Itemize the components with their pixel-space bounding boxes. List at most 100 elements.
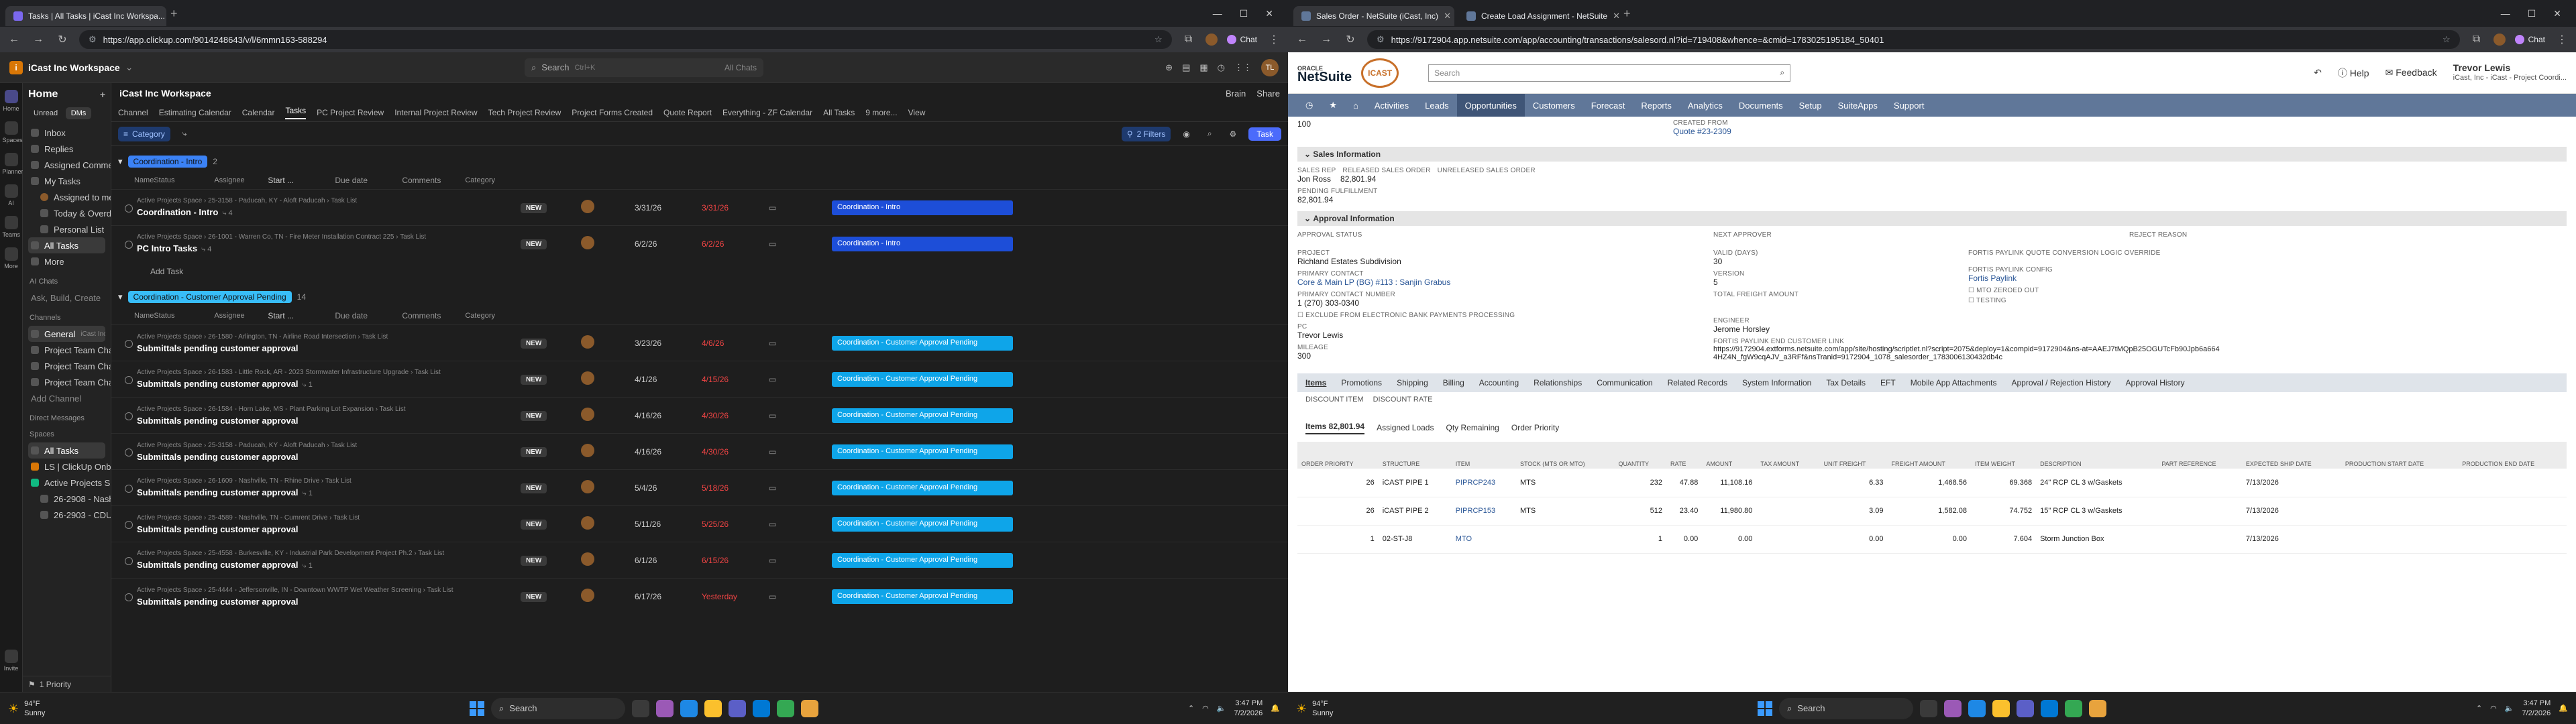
browser-tab-load-assignment[interactable]: Create Load Assignment - NetSuite ✕ xyxy=(1458,6,1619,26)
task-status-circle-icon[interactable] xyxy=(125,521,133,529)
sidebar-item-replies[interactable]: Replies xyxy=(28,141,105,157)
user-avatar[interactable]: TL xyxy=(1261,58,1279,76)
task-title[interactable]: Coordination - Intro ⤷ 4 xyxy=(137,207,521,218)
table-row[interactable]: Active Projects Space › 26-1583 - Little… xyxy=(111,361,1288,397)
table-row[interactable]: Active Projects Space › 26-1584 - Horn L… xyxy=(111,397,1288,433)
record-subtab[interactable]: System Information xyxy=(1742,378,1811,387)
close-tab-icon[interactable]: ✕ xyxy=(1444,11,1451,21)
table-row[interactable]: Active Projects Space › 26-1001 - Warren… xyxy=(111,225,1288,261)
task-title[interactable]: Submittals pending customer approval xyxy=(137,524,521,534)
comments-cell[interactable]: ▭ xyxy=(769,447,832,457)
config-link[interactable]: Fortis Paylink xyxy=(1968,274,2567,283)
netsuite-logo[interactable]: ORACLE NetSuite xyxy=(1297,64,1352,84)
teams-app-icon[interactable] xyxy=(729,699,746,717)
due-date[interactable]: 4/15/26 xyxy=(702,375,769,384)
task-title[interactable]: Submittals pending customer approval xyxy=(137,597,521,607)
rail-ai[interactable]: AI xyxy=(3,184,20,206)
assignee-cell[interactable] xyxy=(581,371,635,387)
exclude-ebp-checkbox[interactable]: ☐ EXCLUDE FROM ELECTRONIC BANK PAYMENTS … xyxy=(1297,312,1713,319)
chrome-icon[interactable] xyxy=(2065,699,2082,717)
view-tab[interactable]: 9 more... xyxy=(865,108,897,117)
nav-item[interactable]: Leads xyxy=(1417,94,1456,117)
edge-icon[interactable] xyxy=(680,699,698,717)
rail-planner[interactable]: Planner xyxy=(3,153,23,175)
comments-cell[interactable]: ▭ xyxy=(769,592,832,601)
app-icon[interactable] xyxy=(656,699,674,717)
extensions-icon[interactable]: ⧉ xyxy=(1181,34,1196,46)
forward-icon[interactable]: → xyxy=(31,34,46,46)
category-cell[interactable]: Coordination - Customer Approval Pending xyxy=(832,552,1013,568)
record-subtab[interactable]: Accounting xyxy=(1479,378,1519,387)
task-view-icon[interactable] xyxy=(1920,699,1937,717)
nav-item[interactable]: Forecast xyxy=(1583,94,1633,117)
profile-avatar[interactable] xyxy=(2493,34,2506,46)
maximize-icon[interactable]: ☐ xyxy=(1240,8,1248,19)
start-date[interactable]: 5/4/26 xyxy=(635,483,702,493)
ai-ask-item[interactable]: Ask, Build, Create xyxy=(28,290,105,306)
reload-icon[interactable]: ↻ xyxy=(55,33,70,46)
column-header[interactable]: Due date xyxy=(335,176,402,185)
chat-button[interactable]: Chat xyxy=(1226,35,1257,44)
category-cell[interactable]: Coordination - Customer Approval Pending xyxy=(832,408,1013,423)
folder-26-2903[interactable]: 26-2903 - CDU - 187 12044... xyxy=(28,507,111,523)
add-channel-button[interactable]: Add Channel xyxy=(28,390,105,406)
workspace-switcher[interactable]: i iCast Inc Workspace ⌄ xyxy=(9,60,133,74)
bookmark-star-icon[interactable]: ☆ xyxy=(2443,34,2451,45)
chrome-icon[interactable] xyxy=(777,699,794,717)
nav-item[interactable]: Analytics xyxy=(1680,94,1731,117)
column-header[interactable]: DESCRIPTION xyxy=(2036,442,2158,469)
task-status-circle-icon[interactable] xyxy=(125,412,133,420)
brain-button[interactable]: Brain xyxy=(1226,88,1246,99)
maximize-icon[interactable]: ☐ xyxy=(2528,8,2536,19)
start-date[interactable]: 6/17/26 xyxy=(635,592,702,601)
app-icon[interactable] xyxy=(1944,699,1962,717)
search-icon[interactable]: ⌕ xyxy=(1780,68,1784,78)
channel-project-team-chat[interactable]: Project Team Chat xyxy=(28,358,111,374)
view-tab[interactable]: Tech Project Review xyxy=(488,108,561,117)
due-date[interactable]: 6/2/26 xyxy=(702,239,769,249)
view-tab[interactable]: Everything - ZF Calendar xyxy=(722,108,812,117)
table-row[interactable]: 26 iCAST PIPE 2 PIPRCP153 MTS 512 23.40 11,980… xyxy=(1297,497,2567,526)
task-status-circle-icon[interactable] xyxy=(125,557,133,565)
item-subtab[interactable]: Order Priority xyxy=(1511,423,1559,432)
status-cell[interactable]: NEW xyxy=(521,238,581,249)
comments-cell[interactable]: ▭ xyxy=(769,411,832,420)
task-title[interactable]: Submittals pending customer approval xyxy=(137,452,521,462)
start-date[interactable]: 3/23/26 xyxy=(635,339,702,348)
column-header[interactable]: ITEM WEIGHT xyxy=(1971,442,2037,469)
sales-info-section[interactable]: ⌄ Sales Information xyxy=(1297,147,2567,162)
outlook-icon[interactable] xyxy=(753,699,770,717)
record-subtab[interactable]: Relationships xyxy=(1534,378,1582,387)
task-status-circle-icon[interactable] xyxy=(125,241,133,249)
status-cell[interactable]: NEW xyxy=(521,518,581,530)
item-subtab[interactable]: Assigned Loads xyxy=(1377,423,1434,432)
column-header[interactable]: Category xyxy=(465,176,646,184)
global-search[interactable]: ⌕ Search Ctrl+K All Chats xyxy=(525,58,763,77)
record-subtab[interactable]: Related Records xyxy=(1668,378,1727,387)
start-date[interactable]: 4/16/26 xyxy=(635,411,702,420)
sidebar-item-assigned-to-me[interactable]: Assigned to me xyxy=(28,189,111,205)
start-date[interactable]: 4/1/26 xyxy=(635,375,702,384)
site-info-icon[interactable]: ⚙ xyxy=(1377,34,1385,45)
chevron-up-icon[interactable]: ⌃ xyxy=(1188,704,1194,713)
column-header[interactable]: Status xyxy=(154,312,214,320)
task-view-icon[interactable] xyxy=(632,699,649,717)
record-subtab[interactable]: Approval / Rejection History xyxy=(2011,378,2110,387)
task-status-circle-icon[interactable] xyxy=(125,340,133,348)
task-status-circle-icon[interactable] xyxy=(125,485,133,493)
record-subtab[interactable]: Promotions xyxy=(1341,378,1382,387)
view-tab[interactable]: View xyxy=(908,108,926,117)
column-header[interactable]: Name xyxy=(134,176,154,184)
add-icon[interactable]: ⊕ xyxy=(1165,62,1173,73)
comments-cell[interactable]: ▭ xyxy=(769,375,832,384)
column-header[interactable]: PRODUCTION END DATE xyxy=(2458,442,2567,469)
assignee-cell[interactable] xyxy=(581,200,635,215)
windows-start-icon[interactable] xyxy=(1758,701,1772,716)
task-title[interactable]: Submittals pending customer approval xyxy=(137,416,521,426)
space-onboarding[interactable]: LS | ClickUp Onboarding xyxy=(28,459,111,475)
category-cell[interactable]: Coordination - Customer Approval Pending xyxy=(832,444,1013,459)
group-header[interactable]: ▾ Coordination - Customer Approval Pendin… xyxy=(111,287,1288,307)
task-breadcrumb[interactable]: Active Projects Space › 26-1001 - Warren… xyxy=(137,233,521,241)
status-cell[interactable]: NEW xyxy=(521,373,581,385)
item-link[interactable]: PIPRCP243 xyxy=(1451,469,1516,497)
